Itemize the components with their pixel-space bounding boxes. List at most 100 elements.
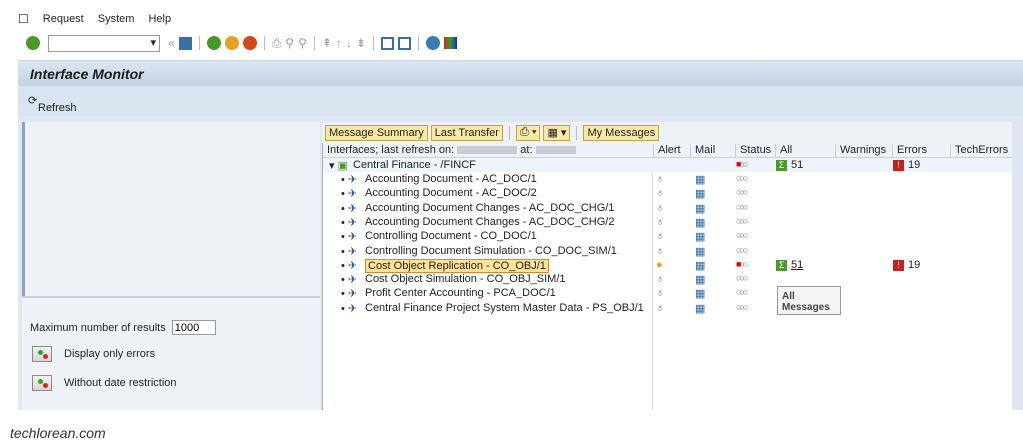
mail-icon[interactable]: ▦ — [695, 259, 705, 272]
alert-bulb-icon[interactable]: ♁ — [656, 287, 664, 299]
command-field[interactable] — [48, 34, 160, 52]
mail-icon[interactable]: ▦ — [695, 216, 705, 229]
alert-bulb-icon[interactable]: ● — [656, 259, 663, 271]
enter-icon[interactable] — [26, 36, 40, 50]
col-alert[interactable]: Alert — [653, 144, 681, 158]
display-only-errors-button[interactable]: Display only errors — [32, 346, 155, 362]
menu-help[interactable]: Help — [148, 13, 171, 25]
menu-icon[interactable]: ☐ — [18, 12, 29, 26]
table-row[interactable]: • ✈ Accounting Document Changes - AC_DOC_… — [323, 215, 1012, 229]
all-count[interactable]: Σ 51 — [776, 159, 803, 171]
message-summary-label: Message Summary — [329, 126, 424, 139]
last-page-icon[interactable]: ⇟ — [356, 36, 366, 50]
row-label[interactable]: Central Finance - /FINCF — [353, 159, 476, 171]
errors-count[interactable]: ! 19 — [893, 259, 920, 271]
customize-icon[interactable] — [444, 37, 458, 49]
alert-bulb-icon[interactable]: ♁ — [656, 173, 664, 185]
without-date-button[interactable]: Without date restriction — [32, 375, 177, 391]
tree-node-icon: • ✈ — [341, 302, 358, 315]
refresh-button[interactable]: ⟳ Refresh — [28, 94, 77, 114]
new-session-icon[interactable] — [381, 36, 395, 50]
back-icon[interactable] — [206, 36, 221, 50]
cancel-icon[interactable] — [242, 36, 257, 50]
status-lights-icon: ○○○ — [736, 173, 748, 183]
alert-bulb-icon[interactable]: ♁ — [656, 187, 664, 199]
help-icon[interactable] — [426, 36, 441, 50]
max-results-input[interactable] — [171, 320, 216, 335]
table-row[interactable]: • ✈ Central Finance Project System Master… — [323, 301, 1012, 315]
message-summary-button[interactable]: Message Summary — [325, 124, 428, 141]
menu-system[interactable]: System — [98, 13, 135, 25]
tree-node-icon: ▾ ▣ — [329, 160, 348, 172]
col-warnings[interactable]: Warnings — [835, 144, 886, 158]
refresh-label: Refresh — [38, 102, 77, 114]
row-label[interactable]: Accounting Document - AC_DOC/1 — [365, 173, 537, 185]
row-label[interactable]: Controlling Document - CO_DOC/1 — [365, 230, 537, 242]
status-lights-icon: ○○○ — [736, 287, 748, 298]
table-row[interactable]: • ✈ Cost Object Replication - CO_OBJ/1 ● ▦ ■… — [323, 258, 1012, 273]
row-label[interactable]: Accounting Document Changes - AC_DOC_CHG… — [365, 216, 614, 228]
alert-bulb-icon[interactable]: ♁ — [656, 216, 664, 228]
alert-bulb-icon[interactable]: ♁ — [656, 202, 664, 214]
mail-icon[interactable]: ▦ — [695, 173, 705, 186]
row-label[interactable]: Central Finance Project System Master Da… — [365, 302, 644, 314]
status-lights-icon: ○○○ — [736, 301, 748, 312]
status-lights-icon: ○○○ — [736, 215, 748, 226]
tree-node-icon: • ✈ — [341, 231, 358, 244]
tree-root-row[interactable]: ▾ ▣ Central Finance - /FINCF ■○○ Σ 51 ! 19 — [323, 158, 1012, 172]
menu-bar: ☐ Request System Help — [18, 10, 171, 28]
errors-count[interactable]: ! 19 — [893, 159, 920, 171]
first-page-icon[interactable]: ⇞ — [322, 36, 332, 50]
row-label[interactable]: Cost Object Simulation - CO_OBJ_SIM/1 — [365, 273, 566, 285]
mail-icon[interactable]: ▦ — [695, 302, 705, 315]
alert-bulb-icon[interactable]: ♁ — [656, 302, 664, 314]
mail-icon[interactable]: ▦ — [695, 287, 705, 300]
table-row[interactable]: • ✈ Accounting Document - AC_DOC/2 ♁ ▦ ○○○ — [323, 186, 1012, 200]
find-next-icon[interactable]: ⚲ — [298, 36, 307, 50]
row-label[interactable]: Profit Center Accounting - PCA_DOC/1 — [365, 287, 556, 299]
col-errors[interactable]: Errors — [892, 144, 927, 158]
alert-bulb-icon[interactable]: ♁ — [656, 245, 664, 257]
print-icon[interactable]: ⎙ — [272, 36, 282, 51]
alert-bulb-icon[interactable]: ♁ — [656, 230, 664, 242]
find-icon[interactable]: ⚲ — [285, 36, 294, 50]
tree-toolbar: Message Summary Last Transfer ⎙ ▾ ▦ ▾ My… — [322, 122, 1012, 143]
row-label[interactable]: Accounting Document - AC_DOC/2 — [365, 187, 537, 199]
row-label[interactable]: Cost Object Replication - CO_OBJ/1 — [365, 258, 549, 273]
status-lights-icon: ○○○ — [736, 244, 748, 255]
my-messages-button[interactable]: My Messages — [583, 124, 660, 141]
row-label[interactable]: Controlling Document Simulation - CO_DOC… — [365, 245, 617, 257]
shortcut-icon[interactable] — [398, 36, 412, 50]
layout-menu-button[interactable]: ▦ ▾ — [543, 124, 571, 141]
table-row[interactable]: • ✈ Controlling Document - CO_DOC/1 ♁ ▦ ○○○ — [323, 229, 1012, 243]
tree-node-icon: • ✈ — [341, 216, 358, 229]
col-all[interactable]: All — [775, 144, 792, 158]
table-row[interactable]: • ✈ Profit Center Accounting - PCA_DOC/1 ♁… — [323, 286, 1012, 300]
mail-icon[interactable]: ▦ — [695, 202, 705, 215]
mail-icon[interactable]: ▦ — [695, 245, 705, 258]
all-count[interactable]: Σ 51 — [776, 259, 803, 271]
row-label[interactable]: Accounting Document Changes - AC_DOC_CHG… — [365, 202, 614, 214]
menu-request[interactable]: Request — [43, 13, 84, 25]
collapse-icon[interactable]: « — [168, 36, 175, 50]
exit-icon[interactable] — [224, 36, 239, 50]
prev-page-icon[interactable]: ↑ — [336, 36, 342, 50]
alert-bulb-icon[interactable]: ♁ — [656, 273, 664, 285]
error-icon: ! — [893, 160, 904, 171]
last-transfer-button[interactable]: Last Transfer — [430, 124, 503, 141]
print-menu-button[interactable]: ⎙ ▾ — [515, 124, 541, 141]
next-page-icon[interactable]: ↓ — [346, 36, 352, 50]
mail-icon[interactable]: ▦ — [695, 273, 705, 286]
mail-icon[interactable]: ▦ — [695, 230, 705, 243]
col-interfaces[interactable]: Interfaces; last refresh on: at: — [323, 144, 576, 158]
col-techerrors[interactable]: TechErrors — [950, 144, 1008, 158]
table-row[interactable]: • ✈ Cost Object Simulation - CO_OBJ_SIM/1… — [323, 272, 1012, 286]
table-row[interactable]: • ✈ Accounting Document - AC_DOC/1 ♁ ▦ ○○○ — [323, 172, 1012, 186]
table-row[interactable]: • ✈ Accounting Document Changes - AC_DOC_… — [323, 201, 1012, 215]
mail-icon[interactable]: ▦ — [695, 187, 705, 200]
table-row[interactable]: • ✈ Controlling Document Simulation - CO_… — [323, 244, 1012, 258]
column-header: Interfaces; last refresh on: at: Alert M… — [323, 143, 1012, 158]
col-mail[interactable]: Mail — [690, 144, 715, 158]
col-status[interactable]: Status — [735, 144, 771, 158]
save-icon[interactable] — [178, 36, 192, 50]
